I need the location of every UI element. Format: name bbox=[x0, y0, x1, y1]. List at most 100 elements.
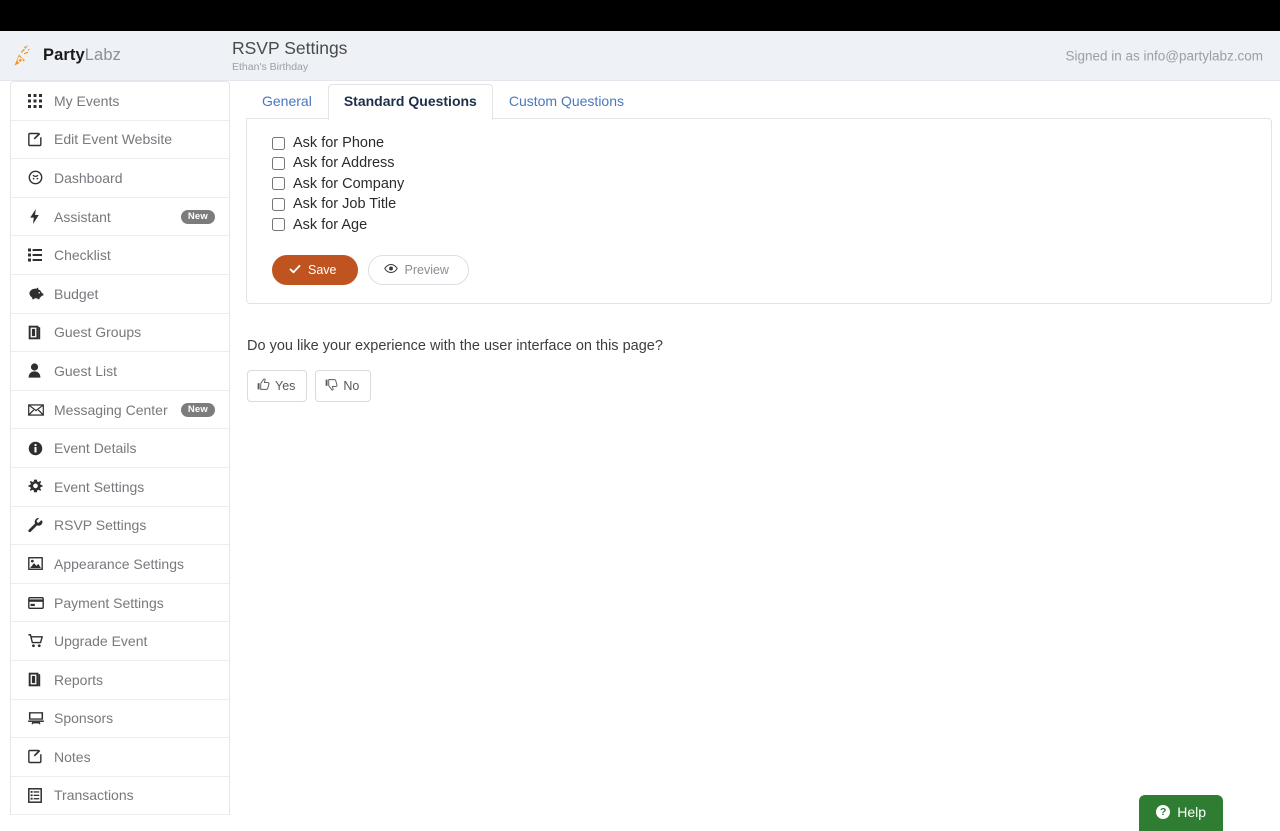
signed-in-label: Signed in as info@partylabz.com bbox=[1065, 48, 1263, 63]
sidebar-item-budget[interactable]: Budget bbox=[11, 275, 229, 314]
sidebar-item-checklist[interactable]: Checklist bbox=[11, 236, 229, 275]
sidebar-item-label: Event Details bbox=[54, 440, 137, 457]
info-circle-icon bbox=[28, 441, 50, 456]
sidebar-item-label: RSVP Settings bbox=[54, 517, 147, 534]
tab-bar: General Standard Questions Custom Question… bbox=[246, 81, 1272, 120]
gear-icon bbox=[28, 479, 50, 494]
person-icon bbox=[28, 363, 50, 379]
piggy-bank-icon bbox=[28, 287, 50, 300]
sidebar-item-badge: New bbox=[180, 209, 215, 224]
page-title-block: RSVP Settings Ethan's Birthday bbox=[230, 38, 347, 72]
standard-questions-panel: Ask for Phone Ask for Address Ask for Comp… bbox=[246, 118, 1272, 305]
check-icon bbox=[289, 263, 301, 278]
tab-general[interactable]: General bbox=[246, 84, 328, 120]
sidebar-item-label: Guest Groups bbox=[54, 324, 142, 341]
question-row[interactable]: Ask for Age bbox=[261, 215, 1257, 235]
sidebar-item-label: Assistant bbox=[54, 208, 111, 225]
sidebar-item-label: Sponsors bbox=[54, 710, 114, 727]
question-checkbox[interactable] bbox=[272, 136, 285, 150]
edit-square-icon bbox=[28, 132, 50, 147]
shopping-cart-icon bbox=[28, 634, 50, 648]
question-checkbox[interactable] bbox=[272, 157, 285, 171]
feedback-no-button[interactable]: No bbox=[315, 370, 372, 402]
credit-card-icon bbox=[28, 596, 50, 609]
question-label: Ask for Company bbox=[293, 175, 405, 192]
sidebar-item-badge: New bbox=[180, 402, 215, 417]
sidebar-item-label: Upgrade Event bbox=[54, 633, 148, 650]
book-icon bbox=[28, 325, 50, 340]
preview-button[interactable]: Preview bbox=[367, 254, 469, 286]
sidebar-item-dashboard[interactable]: Dashboard bbox=[11, 159, 229, 198]
sidebar-item-label: Payment Settings bbox=[54, 594, 164, 611]
tab-custom-questions[interactable]: Custom Questions bbox=[493, 84, 640, 120]
sidebar-item-label: Checklist bbox=[54, 247, 111, 264]
feedback-section: Do you like your experience with the use… bbox=[246, 338, 1272, 402]
help-button[interactable]: ? Help bbox=[1139, 795, 1223, 831]
question-row[interactable]: Ask for Job Title bbox=[261, 194, 1257, 214]
question-checkbox[interactable] bbox=[272, 197, 285, 211]
sidebar-item-reports[interactable]: Reports bbox=[11, 661, 229, 700]
question-label: Ask for Age bbox=[293, 216, 368, 233]
question-checkbox-list: Ask for Phone Ask for Address Ask for Comp… bbox=[261, 133, 1257, 235]
tab-standard-questions[interactable]: Standard Questions bbox=[327, 83, 493, 120]
brand-logo[interactable]: PartyLabz bbox=[0, 44, 230, 68]
sidebar-item-label: My Events bbox=[54, 92, 120, 109]
sidebar-item-rsvp-settings[interactable]: RSVP Settings bbox=[11, 507, 229, 546]
question-label: Ask for Phone bbox=[293, 134, 385, 151]
sidebar-item-sponsors[interactable]: Sponsors bbox=[11, 700, 229, 739]
sidebar-item-label: Edit Event Website bbox=[54, 131, 173, 148]
grid-icon bbox=[28, 93, 50, 108]
gauge-icon bbox=[28, 170, 50, 185]
save-button-label: Save bbox=[308, 262, 337, 277]
sidebar-item-messaging-center[interactable]: Messaging Center New bbox=[11, 391, 229, 430]
edit-square-icon bbox=[28, 749, 50, 764]
sidebar-item-label: Budget bbox=[54, 285, 99, 302]
sidebar-item-upgrade-event[interactable]: Upgrade Event bbox=[11, 622, 229, 661]
envelope-icon bbox=[28, 403, 50, 416]
question-checkbox[interactable] bbox=[272, 218, 285, 232]
question-label: Ask for Job Title bbox=[293, 196, 397, 213]
main-content: General Standard Questions Custom Question… bbox=[230, 81, 1280, 402]
sidebar-item-guest-list[interactable]: Guest List bbox=[11, 352, 229, 391]
feedback-no-label: No bbox=[343, 378, 360, 393]
party-popper-icon bbox=[12, 44, 36, 68]
sidebar-item-edit-event-website[interactable]: Edit Event Website bbox=[11, 121, 229, 160]
question-row[interactable]: Ask for Phone bbox=[261, 133, 1257, 153]
question-checkbox[interactable] bbox=[272, 177, 285, 191]
eye-icon bbox=[383, 263, 398, 277]
lightning-bolt-icon bbox=[28, 209, 50, 225]
save-button[interactable]: Save bbox=[272, 254, 358, 286]
sidebar-item-event-details[interactable]: Event Details bbox=[11, 429, 229, 468]
sidebar-item-payment-settings[interactable]: Payment Settings bbox=[11, 584, 229, 623]
sidebar-item-guest-groups[interactable]: Guest Groups bbox=[11, 314, 229, 353]
wrench-icon bbox=[28, 517, 50, 533]
book-icon bbox=[28, 672, 50, 687]
sidebar-item-label: Transactions bbox=[54, 787, 134, 804]
sidebar-item-assistant[interactable]: Assistant New bbox=[11, 198, 229, 237]
question-label: Ask for Address bbox=[293, 155, 395, 172]
sidebar-item-appearance-settings[interactable]: Appearance Settings bbox=[11, 545, 229, 584]
projector-screen-icon bbox=[28, 711, 50, 725]
feedback-yes-label: Yes bbox=[275, 378, 296, 393]
question-row[interactable]: Ask for Company bbox=[261, 174, 1257, 194]
sidebar-nav: My Events Edit Event Website Dashboard Assi… bbox=[10, 81, 230, 816]
sidebar-item-label: Notes bbox=[54, 748, 91, 765]
sidebar-item-label: Messaging Center bbox=[54, 401, 168, 418]
preview-button-label: Preview bbox=[404, 262, 449, 277]
page-layout: My Events Edit Event Website Dashboard Assi… bbox=[0, 81, 1280, 831]
app-header: PartyLabz RSVP Settings Ethan's Birthday… bbox=[0, 31, 1280, 81]
feedback-buttons: Yes No bbox=[247, 370, 1272, 402]
sidebar-item-label: Reports bbox=[54, 671, 104, 688]
feedback-yes-button[interactable]: Yes bbox=[247, 370, 308, 402]
sidebar-item-label: Guest List bbox=[54, 362, 118, 379]
question-row[interactable]: Ask for Address bbox=[261, 153, 1257, 173]
list-icon bbox=[28, 248, 50, 262]
sidebar-item-my-events[interactable]: My Events bbox=[11, 82, 229, 121]
sidebar-item-notes[interactable]: Notes bbox=[11, 738, 229, 777]
page-subtitle: Ethan's Birthday bbox=[232, 60, 309, 73]
sidebar-item-transactions[interactable]: Transactions bbox=[11, 777, 229, 816]
sidebar-item-label: Event Settings bbox=[54, 478, 145, 495]
question-circle-icon: ? bbox=[1156, 805, 1171, 819]
sidebar-item-event-settings[interactable]: Event Settings bbox=[11, 468, 229, 507]
brand-name-bold: Party bbox=[43, 46, 85, 64]
